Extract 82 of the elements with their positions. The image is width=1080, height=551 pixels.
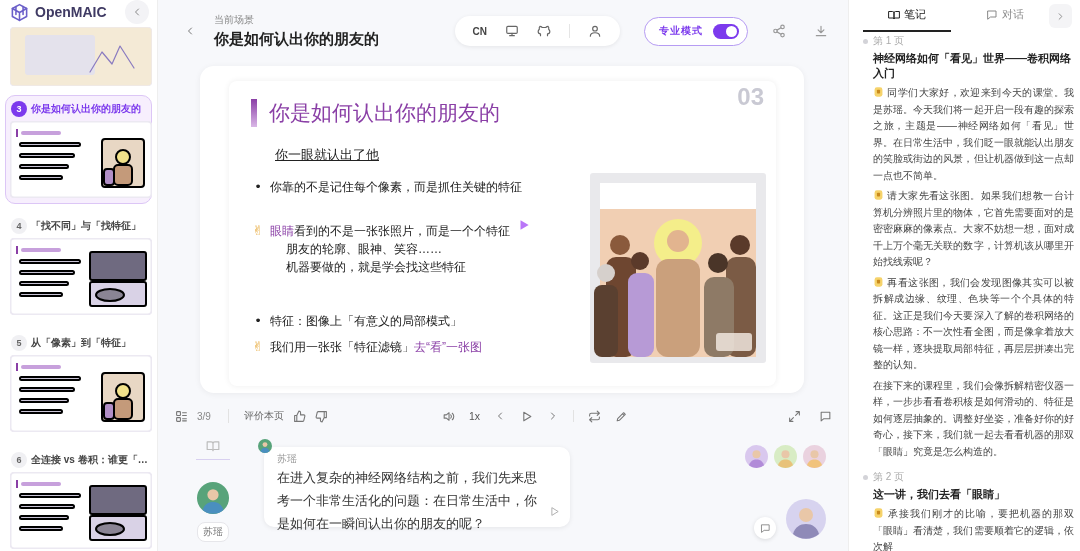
panel-tab[interactable]: 笔记 <box>863 0 951 32</box>
bullet-marker: • <box>253 178 263 196</box>
title-accent-bar <box>251 99 257 127</box>
mode-label: 专业模式 <box>659 24 703 38</box>
note-paragraph: 承接我们刚才的比喻，要把机器的那双「眼睛」看清楚，我们需要顺着它的逻辑，依次解 <box>873 506 1074 551</box>
play-icon[interactable] <box>549 506 560 517</box>
slide-list-icon[interactable] <box>175 409 188 423</box>
note-paragraph: 在接下来的课程里，我们会像拆解精密仪器一样，一步步看看卷积核是如何滑动的、特征是如何逐层抽象的。调整好坐姿，准备好你的好奇心，接下来，我们就一起去看看机器的那双「眼睛」究竟是怎么构造的。 <box>873 378 1074 459</box>
fullscreen-icon[interactable] <box>788 409 801 423</box>
panel-tab[interactable]: 对话 <box>961 0 1050 32</box>
note-heading: 这一讲，我们去看「眼睛」 <box>873 487 1006 502</box>
slide-number: 5 <box>11 335 27 351</box>
teacher-avatar <box>258 439 272 453</box>
play-icon[interactable] <box>520 409 533 423</box>
slide-title: 你是如何认出你的朋友的 <box>31 102 141 116</box>
note-page-label: 第 1 页 <box>873 34 905 48</box>
mode-toggle[interactable]: 专业模式 <box>644 16 748 46</box>
speaker-icon[interactable] <box>441 409 455 423</box>
hand-marker: ✌ <box>251 338 265 356</box>
point-text: 特征：图像上「有意义的局部模式」 <box>270 313 462 330</box>
student-avatar <box>745 445 768 468</box>
slide-title: 从「像素」到「特征」 <box>31 336 131 350</box>
slide-list-item[interactable]: 3 你是如何认出你的朋友的 <box>5 95 152 204</box>
scene-title: 你是如何认出你的朋友的 <box>214 30 380 49</box>
slide-number: 6 <box>11 452 27 468</box>
point-detail: 机器要做的，就是学会找这些特征 <box>286 259 467 276</box>
note-paragraph: 请大家先看这张图。如果我们想教一台计算机分辨照片里的物体，它首先需要面对的是密密麻麻的像素点。大家不妨想一想，面对成千上万个毫无关联的数字，计算机该从哪里开始找线索呢？ <box>873 188 1074 269</box>
speaker-marker-icon <box>873 507 884 519</box>
page-dot <box>863 38 868 44</box>
cat-icon[interactable] <box>537 24 551 38</box>
thumbs-up-icon[interactable] <box>292 409 306 423</box>
monitor-icon[interactable] <box>505 24 519 38</box>
book-icon <box>206 439 220 453</box>
slide-heading: 你是如何认出你的朋友的 <box>269 100 500 126</box>
chat-icon <box>986 9 998 21</box>
point-detail: 朋友的轮廓、眼神、笑容…… <box>286 241 443 258</box>
slide-subtitle: 你一眼就认出了他 <box>275 147 380 164</box>
speech-text: 在进入复杂的神经网络结构之前，我们先来思考一个非常生活化的问题：在日常生活中，你是如何在一瞬间认出你的朋友的呢？ <box>277 470 538 533</box>
playback-speed[interactable]: 1x <box>468 410 480 422</box>
point-text: 你靠的不是记住每个像素，而是抓住关键的特征 <box>270 179 522 196</box>
speaker-marker-icon <box>873 189 884 201</box>
slide-list-item[interactable]: 6 全连接 vs 卷积：谁更「… <box>5 446 152 551</box>
bullet-marker: • <box>253 312 263 330</box>
speaker-name: 苏瑶 <box>277 452 298 466</box>
slide-title: 「找不同」与「找特征」 <box>31 219 141 233</box>
point-text: 我们用一张张「特征滤镜」去“看”一张图 <box>270 339 482 356</box>
slide-list-item[interactable]: 4 「找不同」与「找特征」 <box>5 212 152 321</box>
speaker-marker-icon <box>873 275 884 288</box>
user-avatar <box>786 499 826 539</box>
chat-button[interactable] <box>754 517 776 539</box>
note-paragraph: 再看这张图，我们会发现图像其实可以被拆解成边缘、纹理、色块等一个个具体的特征。这正是我们今天要深入了解的卷积网络的核心思路：不一次性看全图，而是像拿着放大镜一样，逐块提取局部特征，再层层拼凑出完整的认知。 <box>873 274 1074 372</box>
point-text: 眼睛看到的不是一张张照片，而是一个个特征 <box>270 223 510 240</box>
chat-icon <box>759 522 771 534</box>
slide-title: 全连接 vs 卷积：谁更「… <box>31 453 148 467</box>
scene-caption: 当前场景 <box>214 13 255 27</box>
repeat-icon[interactable] <box>588 409 601 423</box>
note-heading: 神经网络如何「看见」世界——卷积网络入门 <box>873 51 1072 81</box>
app-logo-text: OpenMAIC <box>35 4 108 20</box>
share-icon[interactable] <box>772 24 786 38</box>
student-avatar <box>803 445 826 468</box>
user-icon[interactable] <box>588 24 602 38</box>
cube-logo-icon <box>10 2 29 22</box>
slide-number: 4 <box>11 218 27 234</box>
pen-icon[interactable] <box>615 409 628 423</box>
book-icon <box>888 9 900 21</box>
student-avatar <box>774 445 797 468</box>
page-dot <box>863 474 868 480</box>
hand-marker: ✌ <box>251 222 265 240</box>
language-button[interactable]: CN <box>472 25 487 37</box>
rate-page-label: 评价本页 <box>243 409 284 423</box>
note-paragraph: 同学们大家好，欢迎来到今天的课堂。我是苏瑶。今天我们将一起开启一段有趣的探索之旅，主题是——神经网络如何「看见」世界。在日常生活中，我们眨一眼就能认出朋友的笑脸或街边的风景，但让机器做到这一点却一点也不简单。 <box>873 85 1074 183</box>
slide-list-item[interactable]: 5 从「像素」到「特征」 <box>5 329 152 438</box>
toggle-switch[interactable] <box>713 23 739 39</box>
note-page-label: 第 2 页 <box>873 470 905 484</box>
speaker-tag: 苏瑶 <box>197 522 229 542</box>
chat-icon[interactable] <box>819 409 832 423</box>
page-counter: 3/9 <box>197 410 211 422</box>
speaker-marker-icon <box>873 86 884 98</box>
slide-number: 3 <box>11 101 27 117</box>
download-icon[interactable] <box>814 24 828 38</box>
thumbs-down-icon[interactable] <box>314 409 328 423</box>
teacher-avatar <box>197 482 229 514</box>
